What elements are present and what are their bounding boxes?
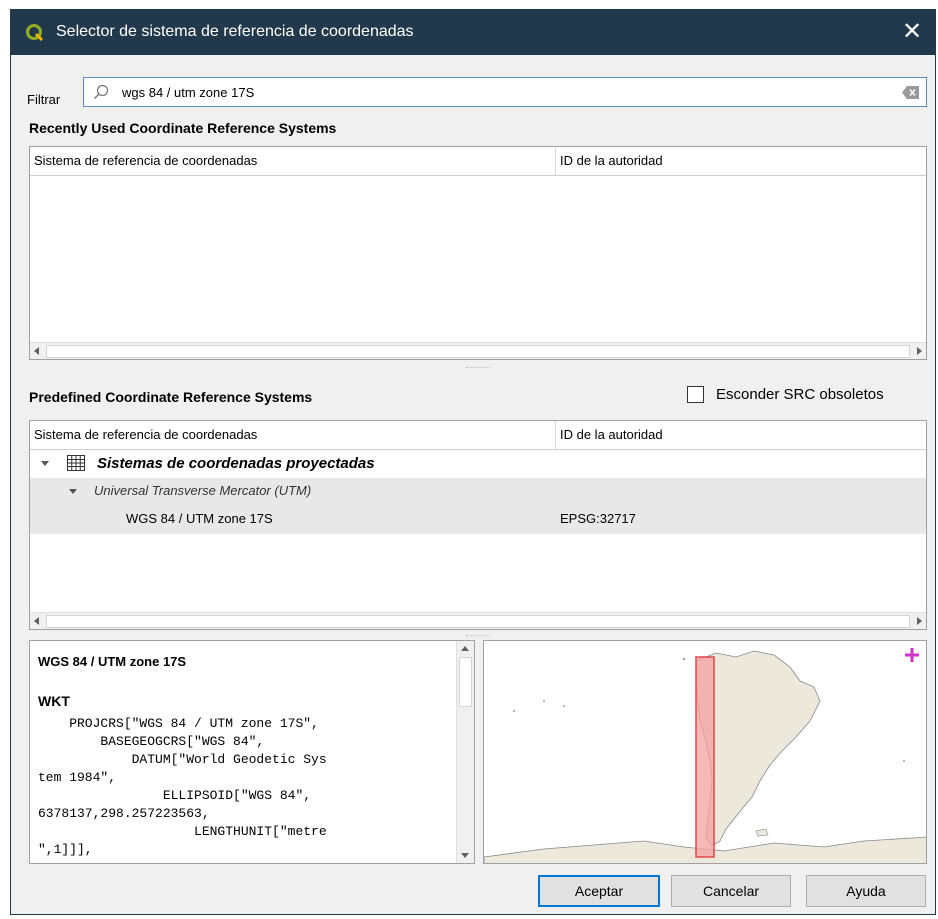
- map-canvas: [484, 650, 926, 863]
- search-icon: [93, 84, 109, 100]
- tree-group-projected[interactable]: Sistemas de coordenadas proyectadas: [30, 450, 926, 478]
- title-bar: Selector de sistema de referencia de coo…: [11, 10, 935, 55]
- clear-icon[interactable]: [902, 86, 920, 99]
- qgis-logo-icon: [26, 24, 44, 42]
- wkt-heading: WKT: [38, 693, 70, 709]
- expand-arrow-icon[interactable]: [41, 461, 49, 466]
- recent-crs-title: Recently Used Coordinate Reference Syste…: [29, 120, 337, 136]
- authority-id-cell: EPSG:32717: [560, 511, 636, 526]
- crs-selector-dialog: Selector de sistema de referencia de coo…: [10, 9, 936, 915]
- scroll-left-arrow-icon[interactable]: [34, 617, 39, 625]
- predefined-crs-title: Predefined Coordinate Reference Systems: [29, 389, 313, 405]
- horizontal-scrollbar[interactable]: [30, 612, 926, 629]
- column-divider: [555, 147, 556, 175]
- extent-rectangle: [695, 656, 715, 858]
- column-divider: [555, 421, 556, 449]
- tree-subgroup-label: Universal Transverse Mercator (UTM): [94, 483, 312, 498]
- tree-group-label: Sistemas de coordenadas proyectadas: [97, 455, 375, 472]
- scroll-left-arrow-icon[interactable]: [34, 347, 39, 355]
- column-header-authority[interactable]: ID de la autoridad: [560, 427, 663, 442]
- tree-item-wgs84-utm17s[interactable]: WGS 84 / UTM zone 17S EPSG:32717: [30, 506, 926, 534]
- close-button[interactable]: ✕: [899, 18, 925, 46]
- vertical-scrollbar[interactable]: [456, 641, 474, 863]
- hide-deprecated-label[interactable]: Esconder SRC obsoletos: [716, 386, 884, 403]
- scroll-right-arrow-icon[interactable]: [917, 347, 922, 355]
- wkt-text: PROJCRS["WGS 84 / UTM zone 17S", BASEGEO…: [38, 716, 327, 857]
- recent-table-header: Sistema de referencia de coordenadas ID …: [30, 147, 926, 176]
- add-plus-icon[interactable]: [904, 647, 920, 663]
- recent-crs-table[interactable]: Sistema de referencia de coordenadas ID …: [29, 146, 927, 360]
- column-header-crs[interactable]: Sistema de referencia de coordenadas: [34, 427, 257, 442]
- horizontal-scrollbar[interactable]: [30, 342, 926, 359]
- column-header-crs[interactable]: Sistema de referencia de coordenadas: [34, 153, 257, 168]
- window-title: Selector de sistema de referencia de coo…: [56, 23, 414, 40]
- help-button[interactable]: Ayuda: [806, 875, 926, 907]
- crs-details-panel[interactable]: WGS 84 / UTM zone 17S WKT PROJCRS["WGS 8…: [29, 640, 475, 864]
- predefined-table-header: Sistema de referencia de coordenadas ID …: [30, 421, 926, 450]
- hide-deprecated-checkbox[interactable]: [687, 386, 704, 403]
- predefined-crs-table[interactable]: Sistema de referencia de coordenadas ID …: [29, 420, 927, 630]
- column-header-authority[interactable]: ID de la autoridad: [560, 153, 663, 168]
- scroll-down-arrow-icon[interactable]: [461, 853, 469, 858]
- crs-details-name: WGS 84 / UTM zone 17S: [38, 654, 187, 669]
- crs-extent-map[interactable]: [483, 640, 927, 864]
- crs-name-cell: WGS 84 / UTM zone 17S: [126, 511, 273, 526]
- filter-input[interactable]: wgs 84 / utm zone 17S: [83, 77, 927, 107]
- filter-label: Filtrar: [27, 92, 61, 107]
- grid-icon: [67, 455, 85, 471]
- scrollbar-thumb[interactable]: [459, 657, 472, 707]
- scroll-right-arrow-icon[interactable]: [917, 617, 922, 625]
- expand-arrow-icon[interactable]: [69, 489, 77, 494]
- accept-button[interactable]: Aceptar: [538, 875, 660, 907]
- splitter-handle[interactable]: [466, 367, 490, 372]
- cancel-button[interactable]: Cancelar: [671, 875, 791, 907]
- filter-value: wgs 84 / utm zone 17S: [122, 85, 255, 100]
- tree-subgroup-utm[interactable]: Universal Transverse Mercator (UTM): [30, 478, 926, 506]
- scrollbar-thumb[interactable]: [46, 345, 910, 358]
- scroll-up-arrow-icon[interactable]: [461, 646, 469, 651]
- scrollbar-thumb[interactable]: [46, 615, 910, 628]
